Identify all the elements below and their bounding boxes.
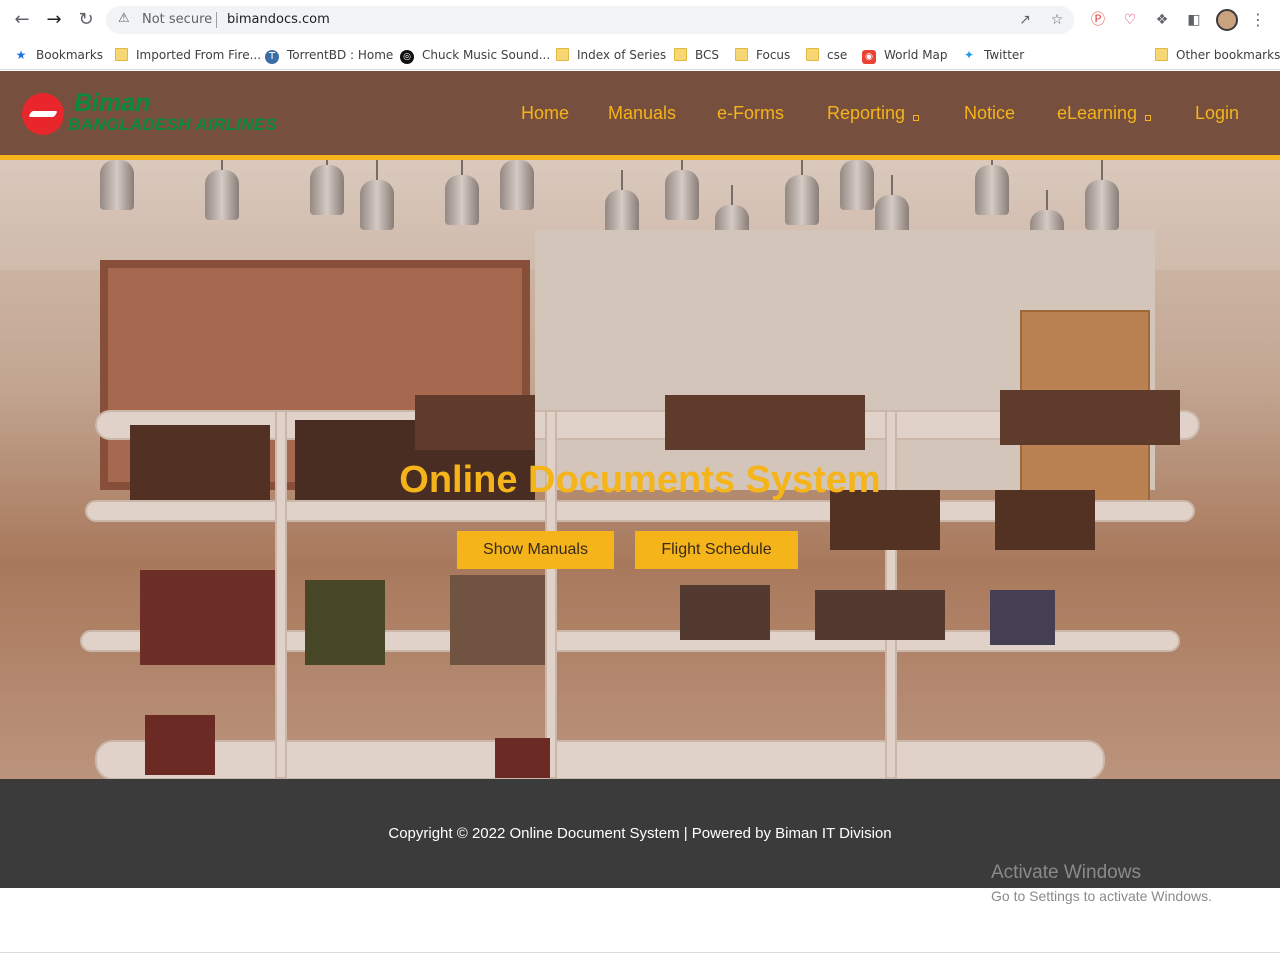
show-manuals-button[interactable]: Show Manuals [457,531,614,569]
folder-icon [1155,48,1168,61]
flight-schedule-button[interactable]: Flight Schedule [635,531,798,569]
nav-elearning[interactable]: eLearning [1057,102,1152,124]
bookmark-item[interactable]: Focus [735,45,790,65]
biman-logo-icon[interactable] [22,93,64,135]
bookmark-item[interactable]: T TorrentBD : Home [265,45,393,65]
bookmark-item[interactable]: ★ Bookmarks [14,45,103,65]
nav-manuals[interactable]: Manuals [608,102,676,124]
side-panel-icon[interactable]: ◧ [1184,10,1204,30]
nav-reporting[interactable]: Reporting [827,102,920,124]
nav-e-forms[interactable]: e-Forms [717,102,784,124]
chuck-music-icon: ◎ [400,50,414,64]
hero-title: Online Documents System [399,459,881,501]
extension-s-icon[interactable]: Ⓟ [1088,10,1108,30]
bookmark-item[interactable]: ◎ Chuck Music Sound... [400,45,550,65]
bookmark-item[interactable]: ✦ Twitter [962,45,1024,65]
bookmark-item[interactable]: Imported From Fire... [115,45,261,65]
bookmark-item[interactable]: Index of Series [556,45,666,65]
nav-notice[interactable]: Notice [964,102,1015,124]
activate-windows-subtitle: Go to Settings to activate Windows. [991,888,1212,904]
warning-icon[interactable]: ⚠ [118,11,134,27]
bookmark-star-icon[interactable]: ☆ [1048,11,1066,29]
bookmark-item[interactable]: cse [806,45,847,65]
security-label[interactable]: Not secure [142,11,212,28]
folder-icon [674,48,687,61]
other-bookmarks[interactable]: Other bookmarks [1155,45,1280,65]
dropdown-caret-icon [913,115,920,121]
folder-icon [556,48,569,61]
profile-avatar[interactable] [1216,9,1238,31]
url-text[interactable]: bimandocs.com [227,11,330,28]
menu-kebab-icon[interactable]: ⋮ [1250,10,1266,30]
bookmark-item[interactable]: BCS [674,45,719,65]
forward-arrow-icon[interactable]: → [44,10,64,30]
address-bar[interactable]: ⚠ Not secure bimandocs.com ↗ ☆ [106,6,1074,34]
browser-toolbar: ← → ↻ ⚠ Not secure bimandocs.com ↗ ☆ Ⓟ ♡… [0,0,1280,40]
torrentbd-icon: T [265,50,279,64]
address-separator [216,12,217,28]
reload-icon[interactable]: ↻ [76,10,96,30]
star-icon: ★ [15,48,27,62]
nav-home[interactable]: Home [521,102,569,124]
share-icon[interactable]: ↗ [1016,11,1034,29]
activate-windows-title: Activate Windows [991,862,1141,883]
pocket-icon[interactable]: ♡ [1120,10,1140,30]
bookmarks-bar: ★ Bookmarks Imported From Fire... T Torren… [0,40,1280,70]
puzzle-extensions-icon[interactable]: ❖ [1152,10,1172,30]
folder-icon [735,48,748,61]
site-header: Biman BANGLADESH AIRLINES Home Manuals e… [0,71,1280,156]
dropdown-caret-icon [1145,115,1152,121]
nav-login[interactable]: Login [1195,102,1239,124]
nav-elearning-label: eLearning [1057,103,1138,123]
twitter-icon: ✦ [963,48,975,62]
logo-subtitle[interactable]: BANGLADESH AIRLINES [68,115,277,135]
logo-title[interactable]: Biman [74,89,150,117]
bookmark-item[interactable]: ◉ World Map [862,45,948,65]
nav-reporting-label: Reporting [827,103,906,123]
map-pin-icon: ◉ [862,50,876,64]
back-arrow-icon[interactable]: ← [12,10,32,30]
folder-icon [806,48,819,61]
footer-copyright: Copyright © 2022 Online Document System … [388,825,892,842]
folder-icon [115,48,128,61]
hero-section: Online Documents System Show Manuals Fli… [0,160,1280,779]
